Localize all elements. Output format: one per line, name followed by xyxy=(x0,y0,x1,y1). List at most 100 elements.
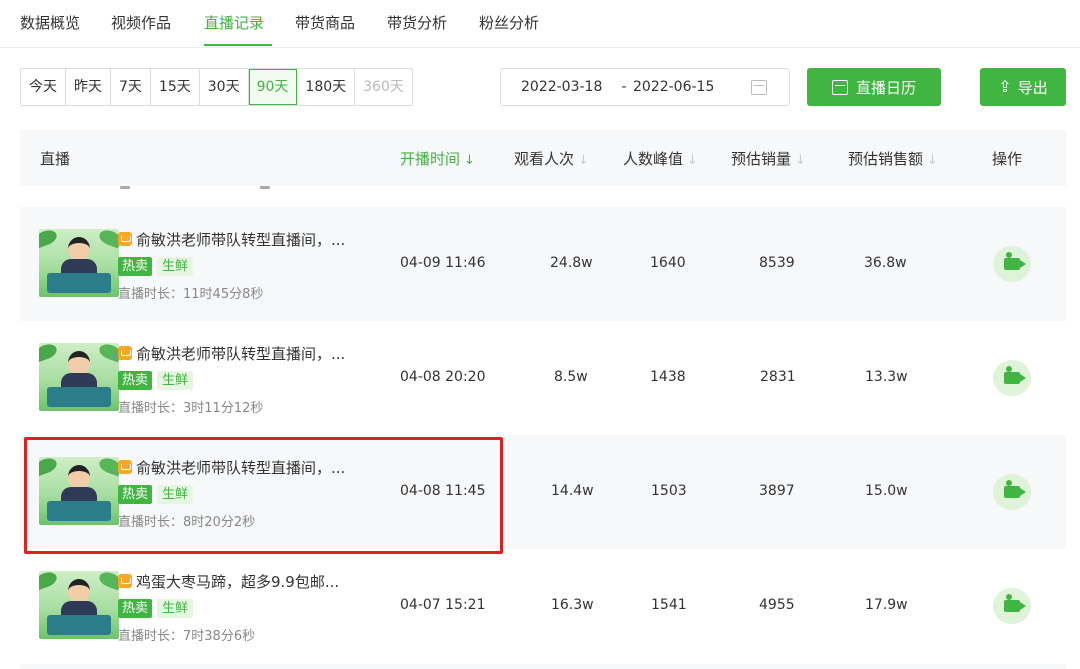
header-views[interactable]: 观看人次 ↓ xyxy=(514,148,589,169)
table-row[interactable]: 俞敏洪老师带队转型直播间，... 热卖 生鲜 直播时长：8时20分2秒 04-0… xyxy=(20,435,1066,549)
table-row[interactable]: 俞敏洪老师带队转型直播间，... 热卖 生鲜 直播时长：11时45分8秒 04-… xyxy=(20,207,1066,321)
views-cell: 16.3w xyxy=(551,597,594,613)
views-cell: 8.5w xyxy=(554,369,588,385)
scrolled-row-remnant xyxy=(20,186,1066,194)
est-sales-cell: 3897 xyxy=(759,483,795,499)
range-360d-button[interactable]: 360天 xyxy=(355,69,412,105)
range-30d-button[interactable]: 30天 xyxy=(200,69,249,105)
next-row-remnant xyxy=(20,664,1066,669)
category-tag: 生鲜 xyxy=(157,485,194,504)
live-duration: 直播时长：8时20分2秒 xyxy=(118,515,256,530)
live-calendar-label: 直播日历 xyxy=(855,78,916,97)
header-peak-label: 人数峰值 xyxy=(623,150,684,168)
live-title[interactable]: 鸡蛋大枣马蹄，超多9.9包邮... xyxy=(136,571,339,592)
replay-button[interactable] xyxy=(993,474,1031,510)
category-tag: 生鲜 xyxy=(157,371,194,390)
live-cover-thumbnail[interactable] xyxy=(39,457,119,525)
date-start[interactable]: 2022-03-18 xyxy=(521,79,617,95)
date-end[interactable]: 2022-06-15 xyxy=(633,79,729,95)
sort-arrow-icon: ↓ xyxy=(927,153,938,168)
peak-cell: 1503 xyxy=(651,483,687,499)
sort-arrow-icon: ↓ xyxy=(687,153,698,168)
live-duration: 直播时长：7时38分6秒 xyxy=(118,629,256,644)
shop-icon xyxy=(118,232,132,246)
camera-icon xyxy=(1004,480,1026,498)
views-cell: 14.4w xyxy=(551,483,594,499)
table-header: 直播 开播时间 ↓ 观看人次 ↓ 人数峰值 ↓ 预估销量 ↓ 预估销售额 ↓ 操作 xyxy=(20,130,1066,186)
export-label: 导出 xyxy=(1017,78,1048,97)
range-180d-button[interactable]: 180天 xyxy=(297,69,356,105)
live-cover-thumbnail[interactable] xyxy=(39,571,119,639)
peak-cell: 1640 xyxy=(650,255,686,271)
tab-data-overview[interactable]: 数据概览 xyxy=(20,12,80,33)
est-revenue-cell: 15.0w xyxy=(865,483,908,499)
replay-button[interactable] xyxy=(993,246,1031,282)
date-separator: - xyxy=(621,79,627,95)
top-nav: 数据概览 视频作品 直播记录 带货商品 带货分析 粉丝分析 xyxy=(0,0,1080,48)
calendar-icon xyxy=(831,79,848,95)
peak-cell: 1541 xyxy=(651,597,687,613)
live-cover-thumbnail[interactable] xyxy=(39,229,119,297)
replay-button[interactable] xyxy=(993,360,1031,396)
header-start-time[interactable]: 开播时间 ↓ xyxy=(400,148,475,169)
range-90d-button[interactable]: 90天 xyxy=(248,69,298,105)
sort-arrow-icon: ↓ xyxy=(795,153,806,168)
range-today-button[interactable]: 今天 xyxy=(21,69,66,105)
peak-cell: 1438 xyxy=(650,369,686,385)
shop-icon xyxy=(118,460,132,474)
camera-icon xyxy=(1004,366,1026,384)
export-icon: ⇪ xyxy=(998,77,1012,96)
header-views-label: 观看人次 xyxy=(514,150,575,168)
camera-icon xyxy=(1004,252,1026,270)
live-calendar-button[interactable]: 直播日历 xyxy=(807,68,941,106)
est-sales-cell: 8539 xyxy=(759,255,795,271)
replay-button[interactable] xyxy=(993,588,1031,624)
sort-arrow-icon: ↓ xyxy=(464,153,475,168)
tab-sales-analysis[interactable]: 带货分析 xyxy=(387,12,447,33)
hot-tag: 热卖 xyxy=(118,257,153,276)
hot-tag: 热卖 xyxy=(118,599,153,618)
hot-tag: 热卖 xyxy=(118,485,153,504)
views-cell: 24.8w xyxy=(550,255,593,271)
active-tab-underline xyxy=(204,44,272,46)
header-est-revenue[interactable]: 预估销售额 ↓ xyxy=(848,148,938,169)
est-sales-cell: 2831 xyxy=(760,369,796,385)
range-15d-button[interactable]: 15天 xyxy=(151,69,200,105)
header-est-sales-label: 预估销量 xyxy=(731,150,792,168)
range-yesterday-button[interactable]: 昨天 xyxy=(66,69,111,105)
start-time-cell: 04-09 11:46 xyxy=(400,255,486,271)
range-7d-button[interactable]: 7天 xyxy=(111,69,151,105)
live-title[interactable]: 俞敏洪老师带队转型直播间，... xyxy=(136,457,345,478)
date-range-group: 今天 昨天 7天 15天 30天 90天 180天 360天 xyxy=(20,68,413,106)
live-title[interactable]: 俞敏洪老师带队转型直播间，... xyxy=(136,343,345,364)
table-row[interactable]: 俞敏洪老师带队转型直播间，... 热卖 生鲜 直播时长：3时11分12秒 04-… xyxy=(20,321,1066,435)
est-revenue-cell: 36.8w xyxy=(864,255,907,271)
start-time-cell: 04-08 20:20 xyxy=(400,369,486,385)
tab-live-records[interactable]: 直播记录 xyxy=(204,12,264,33)
live-title[interactable]: 俞敏洪老师带队转型直播间，... xyxy=(136,229,345,250)
calendar-icon[interactable] xyxy=(751,80,767,95)
start-time-cell: 04-07 15:21 xyxy=(400,597,486,613)
header-est-revenue-label: 预估销售额 xyxy=(848,150,924,168)
tab-video-works[interactable]: 视频作品 xyxy=(111,12,171,33)
table-row[interactable]: 鸡蛋大枣马蹄，超多9.9包邮... 热卖 生鲜 直播时长：7时38分6秒 04-… xyxy=(20,549,1066,663)
category-tag: 生鲜 xyxy=(157,599,194,618)
shop-icon xyxy=(118,574,132,588)
live-cover-thumbnail[interactable] xyxy=(39,343,119,411)
header-live: 直播 xyxy=(40,150,71,168)
est-sales-cell: 4955 xyxy=(759,597,795,613)
hot-tag: 热卖 xyxy=(118,371,153,390)
date-range-picker[interactable]: 2022-03-18 - 2022-06-15 xyxy=(500,68,790,106)
header-start-time-label: 开播时间 xyxy=(400,150,461,168)
category-tag: 生鲜 xyxy=(157,257,194,276)
export-button[interactable]: ⇪ 导出 xyxy=(980,68,1066,106)
camera-icon xyxy=(1004,594,1026,612)
header-action: 操作 xyxy=(992,150,1023,168)
header-est-sales[interactable]: 预估销量 ↓ xyxy=(731,148,806,169)
shop-icon xyxy=(118,346,132,360)
tab-products[interactable]: 带货商品 xyxy=(295,12,355,33)
start-time-cell: 04-08 11:45 xyxy=(400,483,486,499)
est-revenue-cell: 17.9w xyxy=(865,597,908,613)
tab-fans-analysis[interactable]: 粉丝分析 xyxy=(479,12,539,33)
header-peak[interactable]: 人数峰值 ↓ xyxy=(623,148,698,169)
